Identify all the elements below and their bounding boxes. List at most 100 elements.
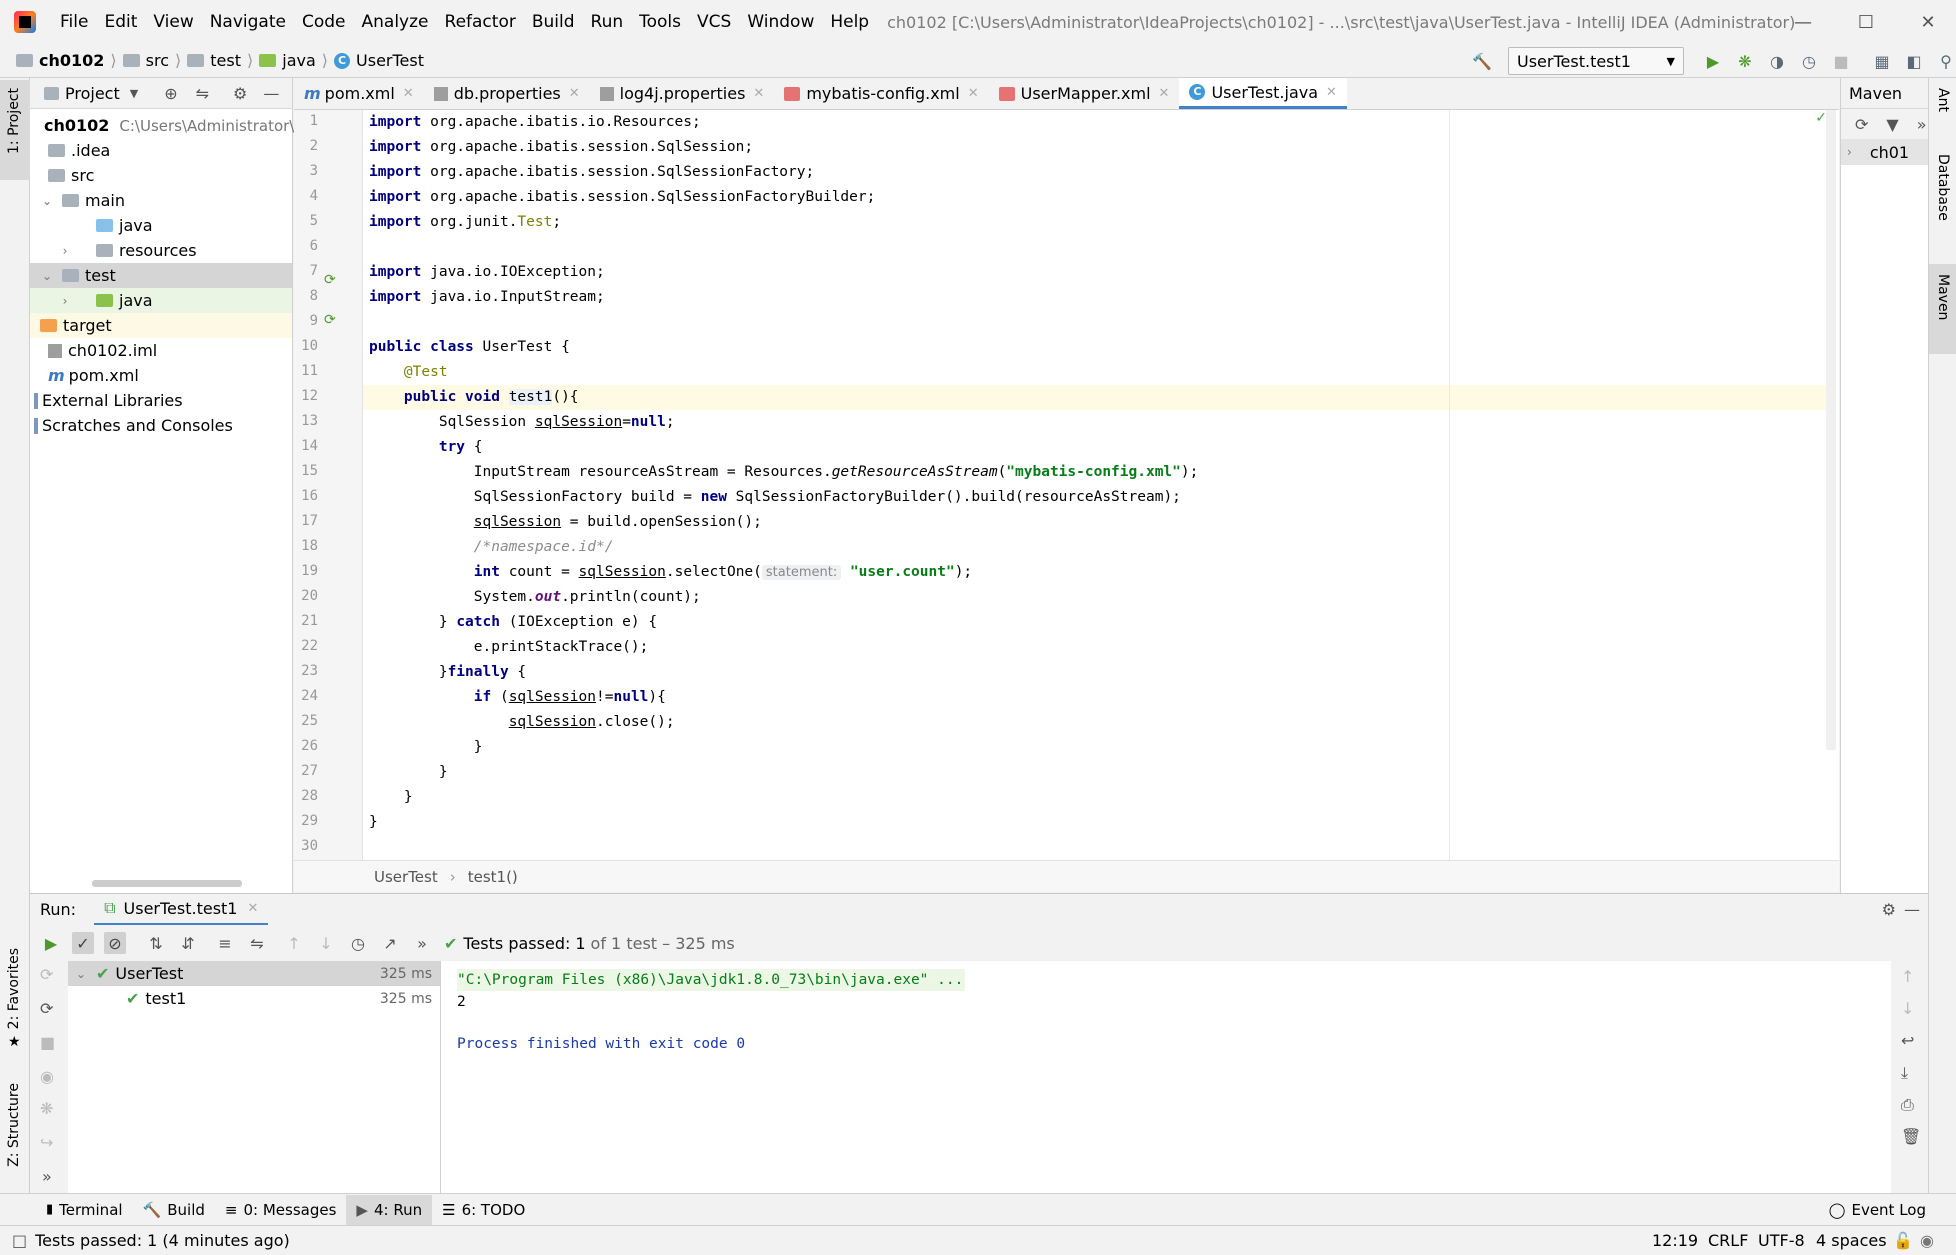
gear-icon[interactable]: ⚙ xyxy=(233,84,247,103)
tool-tab-event-log[interactable]: ◯ Event Log xyxy=(1819,1195,1936,1225)
tab-pom-xml[interactable]: m pom.xml ✕ xyxy=(294,78,424,109)
tool-tab-terminal[interactable]: ▮ Terminal xyxy=(36,1195,133,1225)
tree-item-pom[interactable]: m pom.xml xyxy=(30,363,292,388)
tree-item-resources[interactable]: › resources xyxy=(30,238,292,263)
coverage-icon[interactable]: ◑ xyxy=(1766,50,1788,72)
status-message[interactable]: Tests passed: 1 (4 minutes ago) xyxy=(35,1231,290,1250)
menu-run[interactable]: Run xyxy=(583,12,632,32)
tree-item-test-java[interactable]: › java xyxy=(30,288,292,313)
close-icon[interactable]: ✕ xyxy=(1900,0,1956,44)
indent-setting[interactable]: 4 spaces xyxy=(1816,1231,1887,1250)
favorites-tool-button[interactable]: 2: Favorites ★ xyxy=(0,948,30,1058)
code-editor[interactable]: 1 2 3 4 5 6 7 8 9 10 11 12 13 14 15 16 17 18 19 20 21 22 23 24 2… xyxy=(294,110,1839,860)
tool-tab-messages[interactable]: ≡ 0: Messages xyxy=(215,1195,347,1225)
menu-edit[interactable]: Edit xyxy=(96,12,145,32)
hide-panel-icon[interactable]: — xyxy=(263,84,279,103)
tree-item-external-libraries[interactable]: External Libraries xyxy=(30,388,292,413)
menu-refactor[interactable]: Refactor xyxy=(437,12,524,32)
close-tab-icon[interactable]: ✕ xyxy=(403,86,414,101)
locate-icon[interactable]: ⊕ xyxy=(164,84,177,103)
history-icon[interactable]: ◷ xyxy=(347,932,369,954)
previous-failed-icon[interactable]: ↑ xyxy=(283,932,305,954)
breadcrumb-java[interactable]: java ⟩ xyxy=(259,51,328,70)
tab-usertest-java[interactable]: C UserTest.java ✕ xyxy=(1179,78,1347,109)
sort-alphabetically-icon[interactable]: ⇅ xyxy=(145,932,167,954)
project-structure-icon[interactable]: ▦ xyxy=(1871,50,1893,72)
caret-position[interactable]: 12:19 xyxy=(1652,1231,1698,1250)
tab-mybatis-config-xml[interactable]: mybatis-config.xml ✕ xyxy=(774,78,988,109)
toggle-auto-test-icon[interactable]: ⟳ xyxy=(40,999,53,1018)
toggle-tool-windows-icon[interactable]: □ xyxy=(12,1231,27,1250)
tree-item-target[interactable]: target xyxy=(30,313,292,338)
ant-tool-button[interactable]: Ant xyxy=(1929,88,1956,138)
menu-vcs[interactable]: VCS xyxy=(689,12,739,32)
crumb-class[interactable]: UserTest xyxy=(374,868,438,886)
tree-item-src[interactable]: src xyxy=(30,163,292,188)
show-passed-icon[interactable]: ✓ xyxy=(72,932,94,954)
run-configuration-select[interactable]: UserTest.test1 ▼ xyxy=(1508,47,1684,75)
close-tab-icon[interactable]: ✕ xyxy=(247,901,258,916)
crumb-method[interactable]: test1() xyxy=(468,868,518,886)
print-icon[interactable]: ⎙ xyxy=(1901,1095,1914,1115)
stop-icon[interactable]: ■ xyxy=(1830,50,1852,72)
collapse-all-icon[interactable]: ⇋ xyxy=(246,932,268,954)
horizontal-scrollbar[interactable] xyxy=(92,880,242,887)
tree-item-iml[interactable]: ch0102.iml xyxy=(30,338,292,363)
chevron-down-icon[interactable]: ⌄ xyxy=(40,269,54,283)
tool-tab-todo[interactable]: ☰ 6: TODO xyxy=(432,1195,535,1225)
chevron-right-icon[interactable]: › xyxy=(1847,145,1852,159)
tree-item-idea[interactable]: .idea xyxy=(30,138,292,163)
tree-item-main[interactable]: ⌄ main xyxy=(30,188,292,213)
menu-navigate[interactable]: Navigate xyxy=(202,12,294,32)
run-icon[interactable]: ▶ xyxy=(1702,50,1724,72)
run-tab[interactable]: ⧉ UserTest.test1 ✕ xyxy=(94,894,269,926)
gear-icon[interactable]: ⚙ xyxy=(1882,900,1896,919)
lock-icon[interactable]: 🔓 xyxy=(1893,1231,1913,1250)
test-tree-row[interactable]: ✔ test1 325 ms xyxy=(68,986,440,1011)
chevron-down-icon[interactable]: ⌄ xyxy=(74,967,88,981)
line-separator[interactable]: CRLF xyxy=(1708,1231,1748,1250)
sort-duration-icon[interactable]: ⇵ xyxy=(177,932,199,954)
export-icon[interactable]: ↗ xyxy=(379,932,401,954)
stop-icon[interactable]: ■ xyxy=(40,1033,55,1052)
chevron-right-icon[interactable]: › xyxy=(58,294,72,308)
hide-panel-icon[interactable]: — xyxy=(1904,900,1920,919)
menu-file[interactable]: File xyxy=(52,12,96,32)
soft-wrap-icon[interactable]: ↩ xyxy=(1901,1031,1914,1050)
reload-icon[interactable]: ⟳ xyxy=(1855,115,1868,134)
maven-tool-button[interactable]: Maven xyxy=(1929,264,1956,354)
chevron-right-icon[interactable]: › xyxy=(58,244,72,258)
tab-log4j-properties[interactable]: log4j.properties ✕ xyxy=(590,78,775,109)
scroll-down-icon[interactable]: ↓ xyxy=(1901,999,1914,1018)
inspector-icon[interactable]: ◉ xyxy=(1920,1231,1934,1250)
tree-item-test[interactable]: ⌄ test xyxy=(30,263,292,288)
rerun-icon[interactable]: ▶ xyxy=(40,932,62,954)
add-maven-project-icon[interactable]: ▼ xyxy=(1886,115,1898,134)
scroll-up-icon[interactable]: ↑ xyxy=(1901,967,1914,986)
maven-tree-item[interactable]: › ch01 xyxy=(1841,139,1928,165)
close-tab-icon[interactable]: ✕ xyxy=(968,86,979,101)
pin-icon[interactable]: ❋ xyxy=(40,1099,53,1118)
tool-tab-build[interactable]: 🔨 Build xyxy=(133,1195,215,1225)
menu-analyze[interactable]: Analyze xyxy=(354,12,437,32)
next-failed-icon[interactable]: ↓ xyxy=(315,932,337,954)
camera-icon[interactable]: ◉ xyxy=(40,1067,54,1086)
tree-item-main-java[interactable]: java xyxy=(30,213,292,238)
run-test-class-icon[interactable]: ⟳ xyxy=(324,272,336,288)
project-view-select[interactable]: Project xyxy=(65,84,120,103)
structure-tool-button[interactable]: Z: Structure xyxy=(0,1083,30,1193)
test-tree-row[interactable]: ⌄ ✔ UserTest 325 ms xyxy=(68,961,440,986)
scroll-to-end-icon[interactable]: ⤓ xyxy=(1901,1063,1908,1083)
search-icon[interactable]: ⚲ xyxy=(1935,50,1956,72)
tab-db-properties[interactable]: db.properties ✕ xyxy=(424,78,590,109)
menu-window[interactable]: Window xyxy=(739,12,822,32)
menu-help[interactable]: Help xyxy=(822,12,877,32)
vertical-scrollbar[interactable] xyxy=(1826,110,1836,750)
menu-tools[interactable]: Tools xyxy=(631,12,689,32)
build-hammer-icon[interactable]: 🔨 xyxy=(1471,50,1493,72)
maximize-icon[interactable]: ☐ xyxy=(1838,0,1894,44)
show-ignored-icon[interactable]: ⊘ xyxy=(104,932,126,954)
profile-icon[interactable]: ◷ xyxy=(1798,50,1820,72)
file-encoding[interactable]: UTF-8 xyxy=(1758,1231,1805,1250)
close-tab-icon[interactable]: ✕ xyxy=(1326,85,1337,100)
